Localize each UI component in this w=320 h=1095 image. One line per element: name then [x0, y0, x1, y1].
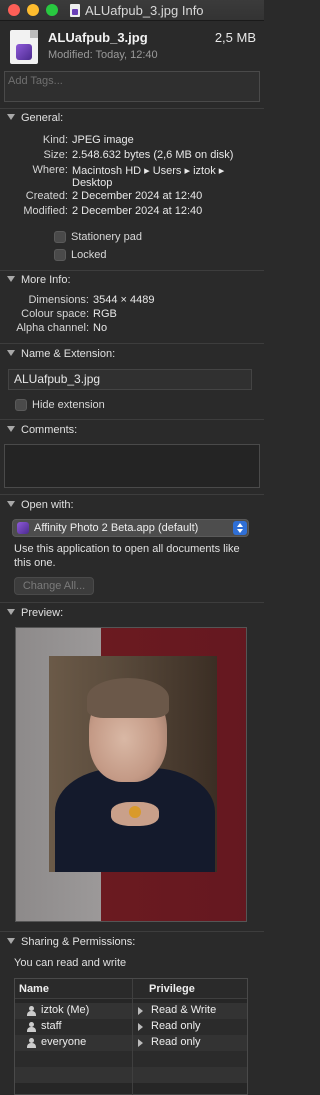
file-name-input[interactable]: ALUafpub_3.jpg [8, 369, 252, 390]
disclosure-triangle-icon [7, 350, 15, 356]
section-sharing-heading: Sharing & Permissions: [21, 936, 136, 948]
preview-photo [49, 656, 217, 872]
window-title: ALUafpub_3.jpg Info [85, 3, 204, 18]
section-divider [0, 270, 264, 271]
open-with-app-select[interactable]: Affinity Photo 2 Beta.app (default) [12, 519, 249, 537]
hide-extension-label: Hide extension [32, 399, 105, 411]
table-row[interactable]: everyone Read only [15, 1035, 247, 1051]
size-value: 2.548.632 bytes (2,6 MB on disk) [72, 149, 234, 161]
where-value-line2: Desktop [72, 177, 113, 189]
change-all-button[interactable]: Change All... [14, 577, 94, 595]
kind-value: JPEG image [72, 134, 134, 146]
column-header-name[interactable]: Name [19, 983, 49, 995]
permission-user: everyone [41, 1036, 87, 1048]
file-name: ALUafpub_3.jpg [48, 30, 148, 45]
group-icon [27, 1022, 36, 1032]
popup-arrow-icon [138, 1007, 143, 1015]
section-more-info-heading: More Info: [21, 274, 71, 286]
file-icon [10, 30, 38, 64]
empty-table-row [15, 1051, 247, 1067]
locked-checkbox[interactable] [54, 249, 66, 261]
close-window-button[interactable] [8, 4, 20, 16]
locked-label: Locked [71, 249, 107, 261]
document-icon [70, 4, 80, 17]
created-label: Created: [25, 190, 68, 202]
column-header-privilege[interactable]: Privilege [149, 983, 195, 995]
section-name-extension-toggle[interactable]: Name & Extension: [7, 348, 115, 360]
section-divider [0, 343, 264, 344]
section-sharing-toggle[interactable]: Sharing & Permissions: [7, 936, 135, 948]
section-divider [0, 931, 264, 932]
modified-summary: Modified: Today, 12:40 [48, 49, 158, 61]
kind-label: Kind: [42, 134, 68, 146]
column-separator [132, 979, 133, 1095]
title-bar: ALUafpub_3.jpg Info [0, 0, 264, 21]
permission-privilege[interactable]: Read only [151, 1036, 201, 1048]
popup-arrow-icon [138, 1023, 143, 1031]
alpha-channel-value: No [93, 322, 108, 334]
disclosure-triangle-icon [7, 609, 15, 615]
disclosure-triangle-icon [7, 938, 15, 944]
alpha-channel-label: Alpha channel: [16, 322, 89, 334]
permissions-table-header: Name Privilege [15, 979, 247, 999]
section-open-with-heading: Open with: [21, 499, 74, 511]
where-label: Where: [32, 164, 68, 176]
stationery-pad-checkbox[interactable] [54, 231, 66, 243]
open-with-app-label: Affinity Photo 2 Beta.app (default) [34, 522, 199, 534]
user-icon [27, 1006, 36, 1016]
section-divider [0, 419, 264, 420]
table-row[interactable]: staff Read only [15, 1019, 247, 1035]
modified-label: Modified: [23, 205, 68, 217]
permissions-table: Name Privilege iztok (Me) Read & Write s… [14, 978, 248, 1095]
file-size: 2,5 MB [214, 30, 256, 45]
permission-privilege[interactable]: Read & Write [151, 1004, 216, 1016]
section-divider [0, 108, 264, 109]
chevron-up-down-icon [233, 521, 247, 535]
section-more-info-toggle[interactable]: More Info: [7, 274, 71, 286]
permission-user: staff [41, 1020, 62, 1032]
tags-input[interactable]: Add Tags... [4, 71, 260, 102]
size-label: Size: [43, 149, 68, 161]
disclosure-triangle-icon [7, 501, 15, 507]
permission-privilege[interactable]: Read only [151, 1020, 201, 1032]
modified-value: 2 December 2024 at 12:40 [72, 205, 203, 217]
minimize-window-button[interactable] [27, 4, 39, 16]
stationery-pad-label: Stationery pad [71, 231, 142, 243]
section-divider [0, 494, 264, 495]
dimensions-label: Dimensions: [28, 294, 89, 306]
affinity-photo-icon [17, 522, 29, 534]
section-preview-toggle[interactable]: Preview: [7, 607, 63, 619]
section-preview-heading: Preview: [21, 607, 64, 619]
section-comments-heading: Comments: [21, 424, 78, 436]
colour-space-label: Colour space: [21, 308, 89, 320]
section-name-extension-heading: Name & Extension: [21, 348, 116, 360]
disclosure-triangle-icon [7, 426, 15, 432]
open-with-description: Use this application to open all documen… [14, 543, 240, 569]
section-general-heading: General: [21, 112, 64, 124]
image-preview [15, 627, 247, 922]
empty-table-row [15, 1067, 247, 1083]
where-value-line1: Macintosh HD ▸ Users ▸ iztok ▸ [72, 165, 225, 177]
created-value: 2 December 2024 at 12:40 [72, 190, 203, 202]
section-divider [0, 602, 264, 603]
permission-user: iztok (Me) [41, 1004, 90, 1016]
colour-space-value: RGB [93, 308, 117, 320]
zoom-window-button[interactable] [46, 4, 58, 16]
dimensions-value: 3544 × 4489 [93, 294, 155, 306]
comments-textarea[interactable] [4, 444, 260, 488]
section-comments-toggle[interactable]: Comments: [7, 424, 77, 436]
hide-extension-checkbox[interactable] [15, 399, 27, 411]
disclosure-triangle-icon [7, 114, 15, 120]
disclosure-triangle-icon [7, 276, 15, 282]
section-open-with-toggle[interactable]: Open with: [7, 499, 74, 511]
everyone-icon [27, 1038, 36, 1048]
table-row[interactable]: iztok (Me) Read & Write [15, 1003, 247, 1019]
permission-summary: You can read and write [14, 957, 127, 969]
popup-arrow-icon [138, 1039, 143, 1047]
section-general-toggle[interactable]: General: [7, 112, 63, 124]
